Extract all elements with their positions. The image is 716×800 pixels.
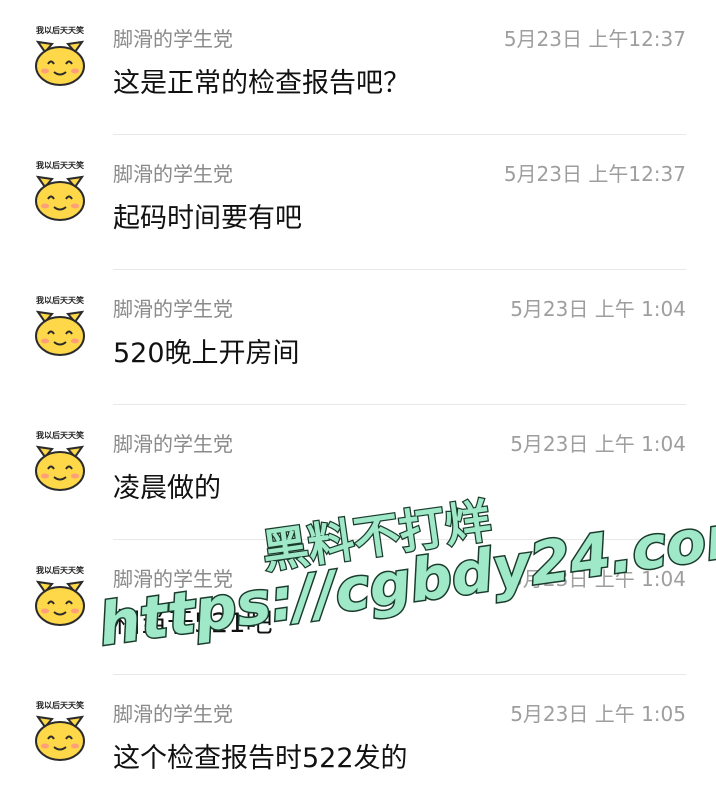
avatar[interactable]: 我以后天天笑 xyxy=(30,26,90,90)
message-item[interactable]: 我以后天天笑 脚滑的学生党 5月23日 上午 1:04 相当于521吧 xyxy=(0,540,716,675)
sender-name[interactable]: 脚滑的学生党 xyxy=(113,296,233,322)
message-timestamp: 5月23日 上午12:37 xyxy=(503,162,686,186)
avatar[interactable]: 我以后天天笑 xyxy=(30,161,90,225)
sender-name[interactable]: 脚滑的学生党 xyxy=(113,701,233,727)
avatar[interactable]: 我以后天天笑 xyxy=(30,431,90,495)
smiley-face-icon xyxy=(35,40,85,86)
sender-name[interactable]: 脚滑的学生党 xyxy=(113,431,233,457)
smiley-face-icon xyxy=(35,310,85,356)
avatar[interactable]: 我以后天天笑 xyxy=(30,566,90,630)
message-item[interactable]: 我以后天天笑 脚滑的学生党 5月23日 上午 1:04 520晚上开房间 xyxy=(0,270,716,405)
message-timestamp: 5月23日 上午 1:04 xyxy=(510,567,686,591)
message-text: 相当于521吧 xyxy=(113,608,273,639)
message-item[interactable]: 我以后天天笑 脚滑的学生党 5月23日 上午 1:05 这个检查报告时522发的 xyxy=(0,675,716,800)
message-item[interactable]: 我以后天天笑 脚滑的学生党 5月23日 上午12:37 起码时间要有吧 xyxy=(0,135,716,270)
message-timestamp: 5月23日 上午 1:05 xyxy=(510,702,686,726)
sender-name[interactable]: 脚滑的学生党 xyxy=(113,566,233,592)
smiley-face-icon xyxy=(35,445,85,491)
smiley-face-icon xyxy=(35,580,85,626)
message-item[interactable]: 我以后天天笑 脚滑的学生党 5月23日 上午 1:04 凌晨做的 xyxy=(0,405,716,540)
message-text: 这个检查报告时522发的 xyxy=(113,743,408,774)
message-item[interactable]: 我以后天天笑 脚滑的学生党 5月23日 上午12:37 这是正常的检查报告吧？ xyxy=(0,0,716,135)
message-timestamp: 5月23日 上午 1:04 xyxy=(510,297,686,321)
sender-name[interactable]: 脚滑的学生党 xyxy=(113,161,233,187)
avatar[interactable]: 我以后天天笑 xyxy=(30,296,90,360)
message-text: 凌晨做的 xyxy=(113,473,221,504)
sender-name[interactable]: 脚滑的学生党 xyxy=(113,26,233,52)
message-list-page: 我以后天天笑 脚滑的学生党 5月23日 上午12:37 这是正常的检查报告吧？ … xyxy=(0,0,716,800)
message-text: 起码时间要有吧 xyxy=(113,203,302,234)
message-text: 520晚上开房间 xyxy=(113,338,300,369)
smiley-face-icon xyxy=(35,175,85,221)
message-text: 这是正常的检查报告吧？ xyxy=(113,68,410,99)
message-timestamp: 5月23日 上午 1:04 xyxy=(510,432,686,456)
avatar[interactable]: 我以后天天笑 xyxy=(30,701,90,765)
message-timestamp: 5月23日 上午12:37 xyxy=(503,27,686,51)
smiley-face-icon xyxy=(35,715,85,761)
